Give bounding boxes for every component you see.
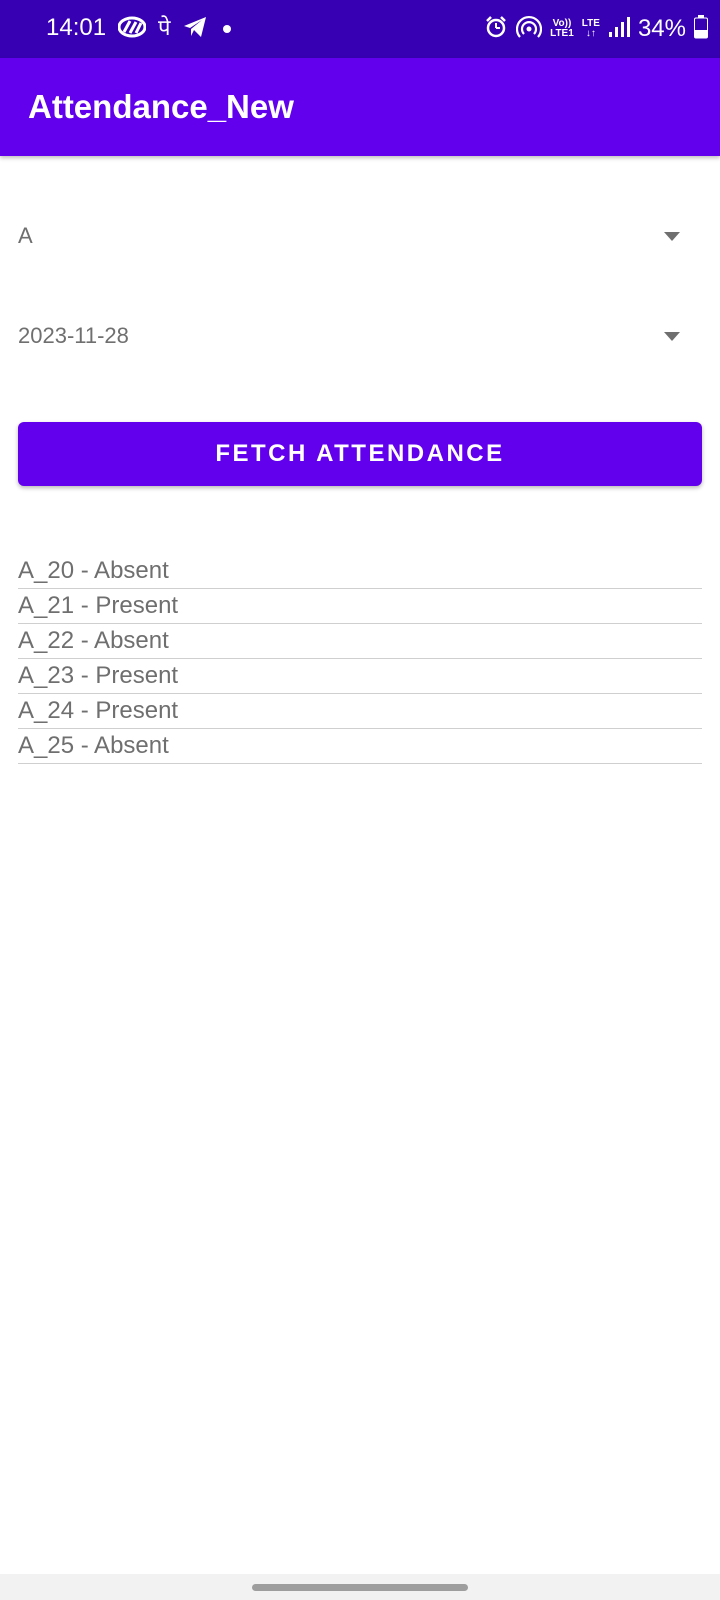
fetch-attendance-button[interactable]: FETCH ATTENDANCE bbox=[18, 422, 702, 486]
notification-dot-icon bbox=[222, 25, 231, 33]
list-item-text: A_21 - Present bbox=[18, 592, 179, 619]
dropdown-arrow-icon bbox=[664, 232, 680, 241]
list-item-text: A_23 - Present bbox=[18, 662, 179, 689]
home-gesture-handle[interactable] bbox=[252, 1584, 468, 1591]
date-spinner-value: 2023-11-28 bbox=[18, 323, 129, 348]
status-time: 14:01 bbox=[46, 14, 107, 41]
lte-icon: LTE ↓↑ bbox=[582, 19, 600, 39]
navigation-bar bbox=[0, 1574, 720, 1600]
battery-icon bbox=[694, 14, 708, 44]
status-right-icons: Vo)) LTE1 LTE ↓↑ 34% bbox=[484, 12, 708, 46]
list-item-text: A_25 - Absent bbox=[18, 732, 169, 759]
date-spinner[interactable]: 2023-11-28 bbox=[18, 306, 702, 366]
list-item[interactable]: A_24 - Present bbox=[18, 694, 702, 729]
signal-icon bbox=[608, 16, 630, 43]
phonepe-wave-icon bbox=[117, 16, 147, 43]
app-bar: Attendance_New bbox=[0, 58, 720, 156]
status-left-icons: पे bbox=[117, 15, 231, 43]
list-item-text: A_22 - Absent bbox=[18, 627, 169, 654]
status-bar: 14:01 पे Vo)) LTE1 LTE ↓↑ 34% bbox=[0, 0, 720, 58]
volte-bottom-label: LTE1 bbox=[550, 28, 574, 39]
battery-percent: 34% bbox=[637, 15, 686, 42]
class-spinner-value: A bbox=[18, 223, 33, 248]
list-item-text: A_20 - Absent bbox=[18, 557, 169, 584]
class-spinner[interactable]: A bbox=[18, 206, 702, 266]
hotspot-icon bbox=[515, 15, 543, 44]
attendance-list: A_20 - Absent A_21 - Present A_22 - Abse… bbox=[18, 554, 702, 764]
list-item[interactable]: A_20 - Absent bbox=[18, 554, 702, 589]
list-item[interactable]: A_25 - Absent bbox=[18, 729, 702, 764]
alarm-icon bbox=[484, 15, 508, 44]
list-item[interactable]: A_21 - Present bbox=[18, 589, 702, 624]
list-item[interactable]: A_23 - Present bbox=[18, 659, 702, 694]
telegram-icon bbox=[183, 16, 207, 43]
phonepe-icon: पे bbox=[158, 16, 171, 41]
volte-icon: Vo)) LTE1 bbox=[550, 19, 574, 39]
dropdown-arrow-icon bbox=[664, 332, 680, 341]
list-item-text: A_24 - Present bbox=[18, 697, 179, 724]
lte-bottom-label: ↓↑ bbox=[585, 28, 596, 39]
app-title: Attendance_New bbox=[28, 88, 294, 125]
fetch-attendance-label: FETCH ATTENDANCE bbox=[215, 440, 505, 467]
list-item[interactable]: A_22 - Absent bbox=[18, 624, 702, 659]
